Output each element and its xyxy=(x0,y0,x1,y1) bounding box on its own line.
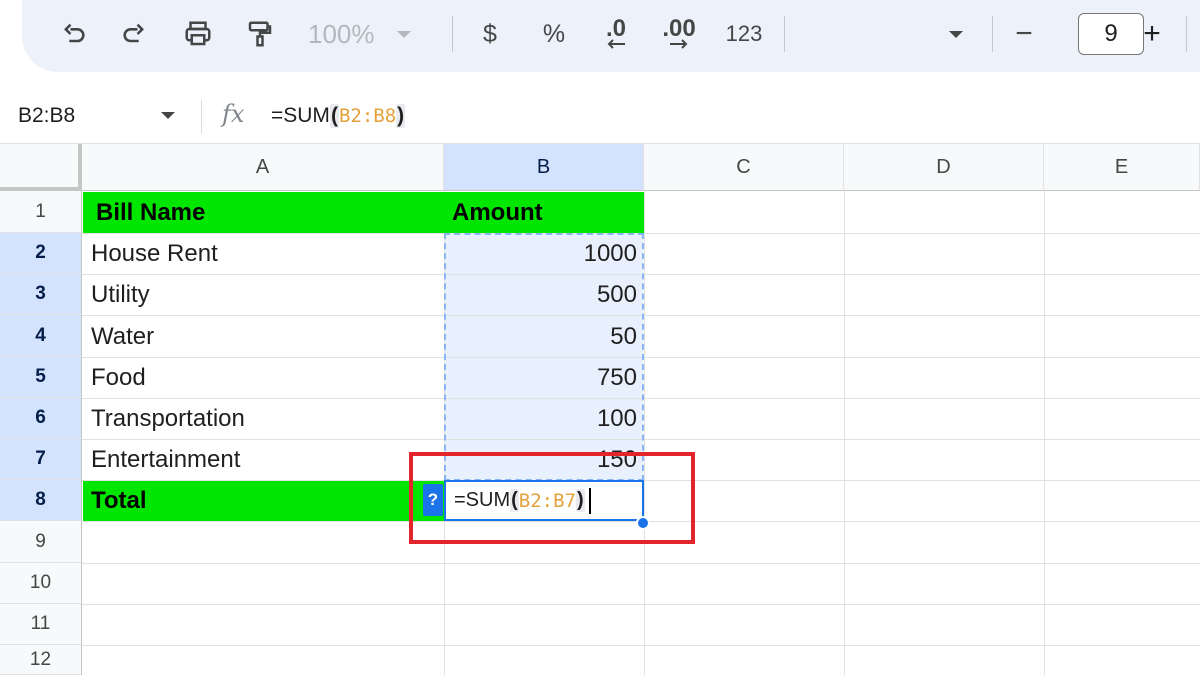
toolbar-divider xyxy=(452,16,453,52)
cell-a5[interactable]: Food xyxy=(83,358,443,398)
cell-a4[interactable]: Water xyxy=(83,316,443,357)
more-formats-button[interactable]: 123 xyxy=(720,14,768,54)
undo-button[interactable] xyxy=(52,14,96,54)
gridline xyxy=(644,191,645,675)
edit-function: =SUM xyxy=(454,489,511,511)
cell-b3[interactable]: 500 xyxy=(445,275,643,315)
gridline xyxy=(82,645,1200,646)
gridline xyxy=(1044,191,1045,675)
row-header-8[interactable]: 8 xyxy=(0,480,82,521)
cell-b6[interactable]: 100 xyxy=(445,399,643,439)
percent-icon: % xyxy=(542,19,566,48)
column-header-c[interactable]: C xyxy=(644,144,844,191)
number-format-label: 123 xyxy=(725,21,763,46)
text-cursor xyxy=(588,487,591,514)
cell-b8-editor[interactable]: =SUM(B2:B7) xyxy=(444,480,644,521)
gridline xyxy=(844,191,845,675)
cell-a7[interactable]: Entertainment xyxy=(83,440,443,480)
formula-open-paren: ( xyxy=(329,104,339,128)
row-header-11[interactable]: 11 xyxy=(0,604,82,645)
redo-button[interactable] xyxy=(112,14,156,54)
paint-format-button[interactable] xyxy=(238,14,282,54)
cell-a8[interactable]: Total xyxy=(83,481,444,521)
plus-icon: + xyxy=(1143,17,1161,50)
increase-decimal-icon: .00 xyxy=(662,15,696,42)
toolbar: 100% $ % .0 .00 123 − 9 + xyxy=(22,0,1200,72)
select-all-corner[interactable] xyxy=(0,144,82,191)
paint-roller-icon xyxy=(248,21,272,47)
font-size-value: 9 xyxy=(1104,20,1118,47)
row-header-9[interactable]: 9 xyxy=(0,521,82,563)
cell-a6[interactable]: Transportation xyxy=(83,399,443,439)
function-icon: fx xyxy=(222,100,245,128)
row-header-10[interactable]: 10 xyxy=(0,563,82,604)
gridline xyxy=(82,563,1200,564)
decrease-decimal-button[interactable]: .0 xyxy=(594,14,638,54)
row-header-1[interactable]: 1 xyxy=(0,191,82,233)
formula-bar: B2:B8 fx =SUM(B2:B8) xyxy=(0,90,1200,144)
cell-b7[interactable]: 150 xyxy=(445,440,643,480)
gridline xyxy=(82,604,1200,605)
print-button[interactable] xyxy=(176,14,220,54)
currency-format-button[interactable]: $ xyxy=(470,14,510,54)
cell-b5[interactable]: 750 xyxy=(445,358,643,398)
percent-format-button[interactable]: % xyxy=(532,14,576,54)
edit-open-paren: ( xyxy=(510,489,519,512)
chevron-down-icon xyxy=(949,30,963,38)
increase-font-size-button[interactable]: + xyxy=(1130,14,1174,54)
arrow-right-icon xyxy=(670,39,688,49)
toolbar-divider xyxy=(784,16,785,52)
chevron-down-icon[interactable] xyxy=(161,112,175,119)
printer-icon xyxy=(185,21,211,46)
increase-decimal-button[interactable]: .00 xyxy=(654,14,704,54)
name-box[interactable]: B2:B8 xyxy=(18,104,75,128)
formula-function: =SUM xyxy=(271,104,330,127)
cell-a1[interactable]: Bill Name xyxy=(83,192,444,233)
zoom-value: 100% xyxy=(308,18,375,49)
decrease-decimal-icon: .0 xyxy=(605,15,626,42)
formula-bar-divider xyxy=(201,100,202,134)
edit-reference: B2:B7 xyxy=(518,489,576,512)
column-header-d[interactable]: D xyxy=(844,144,1044,191)
cell-b4[interactable]: 50 xyxy=(445,316,643,357)
cell-b1[interactable]: Amount xyxy=(444,192,644,233)
column-header-e[interactable]: E xyxy=(1044,144,1200,191)
minus-icon: − xyxy=(1015,17,1033,50)
decrease-font-size-button[interactable]: − xyxy=(1002,14,1046,54)
toolbar-divider xyxy=(992,16,993,52)
row-header-2[interactable]: 2 xyxy=(0,233,82,274)
formula-help-button[interactable]: ? xyxy=(423,484,443,516)
row-header-3[interactable]: 3 xyxy=(0,274,82,315)
column-header-b[interactable]: B xyxy=(444,144,644,191)
edit-close-paren: ) xyxy=(576,489,585,512)
formula-close-paren: ) xyxy=(396,104,406,128)
cell-b2[interactable]: 1000 xyxy=(445,234,643,274)
undo-icon xyxy=(64,23,85,43)
arrow-left-icon xyxy=(607,39,625,49)
toolbar-area: 100% $ % .0 .00 123 − 9 + xyxy=(0,0,1200,90)
row-header-4[interactable]: 4 xyxy=(0,315,82,357)
toolbar-divider xyxy=(1186,16,1187,52)
formula-reference: B2:B8 xyxy=(338,105,397,127)
column-header-a[interactable]: A xyxy=(82,144,444,191)
cell-a2[interactable]: House Rent xyxy=(83,234,443,274)
row-header-7[interactable]: 7 xyxy=(0,439,82,480)
row-header-12[interactable]: 12 xyxy=(0,645,82,675)
chevron-down-icon xyxy=(396,30,411,38)
fill-handle[interactable] xyxy=(636,516,650,530)
row-header-6[interactable]: 6 xyxy=(0,398,82,439)
zoom-select[interactable]: 100% xyxy=(308,14,428,54)
cell-a3[interactable]: Utility xyxy=(83,275,443,315)
redo-icon xyxy=(123,23,144,43)
formula-input[interactable]: =SUM(B2:B8) xyxy=(271,104,406,128)
currency-icon: $ xyxy=(483,19,497,48)
font-select-dropdown[interactable] xyxy=(940,14,972,54)
row-header-5[interactable]: 5 xyxy=(0,357,82,398)
